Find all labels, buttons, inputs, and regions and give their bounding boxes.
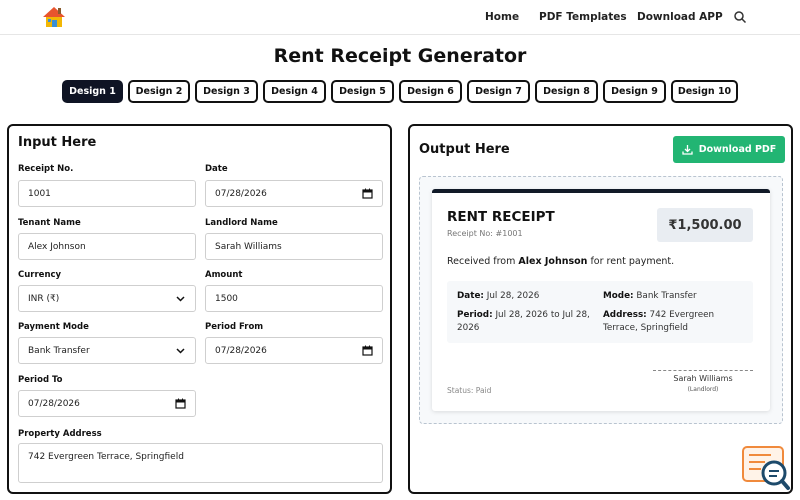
tab-design-4[interactable]: Design 4 bbox=[263, 80, 326, 103]
receipt-mode-value: Bank Transfer bbox=[636, 291, 697, 301]
amount-label: Amount bbox=[205, 270, 243, 280]
tab-design-8[interactable]: Design 8 bbox=[535, 80, 598, 103]
tab-design-5[interactable]: Design 5 bbox=[331, 80, 394, 103]
top-navbar: Home PDF Templates Download APP bbox=[0, 0, 800, 35]
calendar-icon[interactable] bbox=[175, 398, 186, 409]
landlord-name-value: Sarah Williams bbox=[215, 241, 282, 252]
rent-receipt-card: RENT RECEIPT Receipt No: #1001 ₹1,500.00… bbox=[432, 189, 770, 411]
chevron-down-icon bbox=[176, 348, 185, 354]
period-to-input[interactable]: 07/28/2026 bbox=[18, 390, 196, 417]
input-panel: Input Here Receipt No. 1001 Date 07/28/2… bbox=[7, 124, 392, 494]
tab-design-7[interactable]: Design 7 bbox=[467, 80, 530, 103]
tab-design-6[interactable]: Design 6 bbox=[399, 80, 462, 103]
landlord-name-label: Landlord Name bbox=[205, 218, 278, 228]
period-from-label: Period From bbox=[205, 322, 264, 332]
receipt-no-label: Receipt No. bbox=[18, 164, 74, 174]
tenant-name-value: Alex Johnson bbox=[28, 241, 86, 252]
output-heading: Output Here bbox=[419, 142, 510, 157]
date-input[interactable]: 07/28/2026 bbox=[205, 180, 383, 207]
nav-pdf-templates-link[interactable]: PDF Templates bbox=[539, 11, 627, 23]
chevron-down-icon bbox=[176, 296, 185, 302]
receipt-address-label: Address: bbox=[603, 310, 647, 320]
period-from-value: 07/28/2026 bbox=[215, 345, 267, 356]
calendar-icon[interactable] bbox=[362, 345, 373, 356]
payment-mode-select[interactable]: Bank Transfer bbox=[18, 337, 196, 364]
receipt-received-line: Received from Alex Johnson for rent paym… bbox=[447, 256, 674, 267]
receipt-preview-area: RENT RECEIPT Receipt No: #1001 ₹1,500.00… bbox=[419, 176, 783, 424]
nav-download-app-link[interactable]: Download APP bbox=[637, 11, 723, 23]
receipt-title: RENT RECEIPT bbox=[447, 209, 555, 225]
property-address-textarea[interactable]: 742 Evergreen Terrace, Springfield bbox=[18, 443, 383, 483]
payment-mode-value: Bank Transfer bbox=[28, 345, 90, 356]
period-to-label: Period To bbox=[18, 375, 63, 385]
received-suffix: for rent payment. bbox=[590, 256, 675, 267]
receipt-date-label: Date: bbox=[457, 291, 484, 301]
currency-value: INR (₹) bbox=[28, 293, 60, 304]
receipt-number: Receipt No: #1001 bbox=[447, 229, 523, 238]
receipt-amount-badge: ₹1,500.00 bbox=[657, 208, 753, 242]
receipt-no-input[interactable]: 1001 bbox=[18, 180, 196, 207]
download-icon bbox=[682, 145, 693, 155]
calendar-icon[interactable] bbox=[362, 188, 373, 199]
receipt-address-value-2: Terrace, Springfield bbox=[603, 323, 688, 333]
receipt-address-line: Address: 742 Evergreen Terrace, Springfi… bbox=[603, 309, 714, 335]
signatory-role: (Landlord) bbox=[687, 386, 719, 393]
tenant-name-input[interactable]: Alex Johnson bbox=[18, 233, 196, 260]
landlord-name-input[interactable]: Sarah Williams bbox=[205, 233, 383, 260]
receipt-address-value-1: 742 Evergreen bbox=[649, 310, 715, 320]
tab-design-3[interactable]: Design 3 bbox=[195, 80, 258, 103]
date-label: Date bbox=[205, 164, 228, 174]
amount-value: 1500 bbox=[215, 293, 238, 304]
help-search-icon[interactable] bbox=[741, 445, 791, 491]
house-logo-icon[interactable] bbox=[42, 5, 66, 29]
input-heading: Input Here bbox=[18, 135, 97, 150]
currency-label: Currency bbox=[18, 270, 62, 280]
receipt-no-value: 1001 bbox=[28, 188, 51, 199]
amount-input[interactable]: 1500 bbox=[205, 285, 383, 312]
signature-line bbox=[653, 370, 753, 371]
date-value: 07/28/2026 bbox=[215, 188, 267, 199]
receipt-period-label: Period: bbox=[457, 310, 493, 320]
receipt-date-line: Date: Jul 28, 2026 bbox=[457, 290, 539, 303]
search-icon[interactable] bbox=[733, 10, 747, 24]
currency-select[interactable]: INR (₹) bbox=[18, 285, 196, 312]
download-pdf-button[interactable]: Download PDF bbox=[673, 136, 785, 163]
receipt-status: Status: Paid bbox=[447, 386, 492, 395]
signatory-name: Sarah Williams bbox=[673, 374, 733, 383]
receipt-mode-line: Mode: Bank Transfer bbox=[603, 290, 697, 303]
tab-design-9[interactable]: Design 9 bbox=[603, 80, 666, 103]
receipt-details-box: Date: Jul 28, 2026 Mode: Bank Transfer P… bbox=[447, 281, 753, 343]
page-title: Rent Receipt Generator bbox=[273, 45, 527, 67]
payment-mode-label: Payment Mode bbox=[18, 322, 89, 332]
receipt-date-value: Jul 28, 2026 bbox=[486, 291, 540, 301]
nav-home-link[interactable]: Home bbox=[485, 11, 519, 23]
tab-design-2[interactable]: Design 2 bbox=[128, 80, 190, 103]
tab-design-1[interactable]: Design 1 bbox=[62, 80, 123, 103]
receipt-mode-label: Mode: bbox=[603, 291, 634, 301]
received-prefix: Received from bbox=[447, 256, 516, 267]
period-from-input[interactable]: 07/28/2026 bbox=[205, 337, 383, 364]
property-address-value: 742 Evergreen Terrace, Springfield bbox=[28, 452, 184, 462]
period-to-value: 07/28/2026 bbox=[28, 398, 80, 409]
tenant-name-label: Tenant Name bbox=[18, 218, 81, 228]
receipt-period-value-1: Jul 28, 2026 to Jul 28, bbox=[495, 310, 590, 320]
received-tenant-name: Alex Johnson bbox=[518, 256, 588, 267]
tab-design-10[interactable]: Design 10 bbox=[671, 80, 738, 103]
receipt-period-value-2: 2026 bbox=[457, 323, 480, 333]
property-address-label: Property Address bbox=[18, 429, 102, 439]
output-panel: Output Here Download PDF RENT RECEIPT Re… bbox=[408, 124, 793, 494]
download-pdf-label: Download PDF bbox=[698, 144, 777, 155]
receipt-period-line: Period: Jul 28, 2026 to Jul 28, 2026 bbox=[457, 309, 590, 335]
